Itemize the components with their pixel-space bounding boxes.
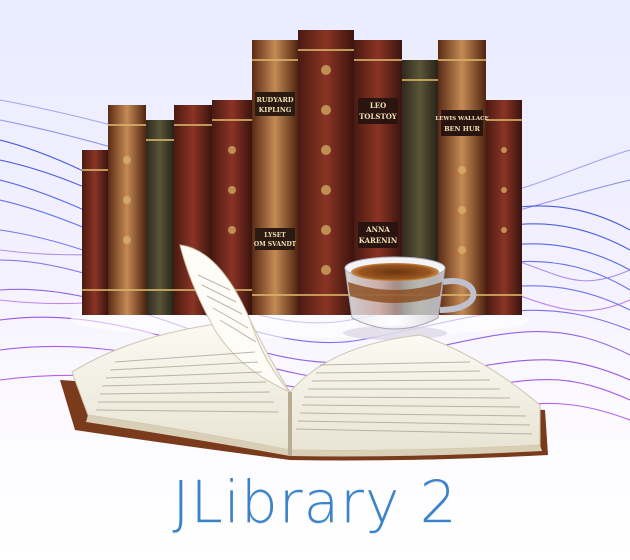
spine-text: BEN HUR bbox=[444, 125, 480, 133]
spine-text: OM SVANDT bbox=[254, 241, 297, 248]
spine-text: RUDYARD bbox=[256, 96, 293, 104]
spine-text: LEO bbox=[370, 101, 386, 110]
spine-text: KIPLING bbox=[259, 106, 292, 114]
splash-screen: RUDYARD KIPLING LEO TOLSTOY LEWIS WALLAC… bbox=[0, 0, 630, 560]
spine-text: KARENIN bbox=[359, 236, 398, 245]
spine-text: LEWIS WALLACE bbox=[435, 116, 488, 122]
book-spine-benhur bbox=[438, 40, 486, 315]
book-spine-kipling bbox=[252, 40, 298, 315]
app-title: JLibrary 2 bbox=[172, 468, 458, 536]
book-spine bbox=[146, 120, 174, 315]
spine-text: TOLSTOY bbox=[359, 112, 398, 121]
book-spines: RUDYARD KIPLING LEO TOLSTOY LEWIS WALLAC… bbox=[82, 30, 522, 315]
spine-text: LYSET bbox=[264, 232, 286, 239]
book-spine bbox=[486, 100, 522, 315]
book-spine bbox=[108, 105, 146, 315]
spine-text: ANNA bbox=[365, 225, 390, 234]
